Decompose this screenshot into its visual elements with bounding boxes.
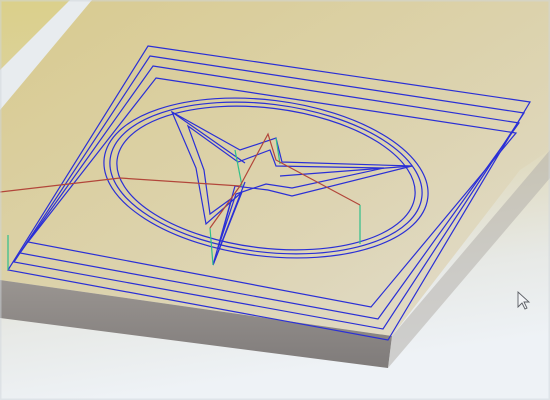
toolpath-preview-canvas[interactable] [0, 0, 550, 400]
cam-3d-preview-viewport[interactable] [0, 0, 550, 400]
